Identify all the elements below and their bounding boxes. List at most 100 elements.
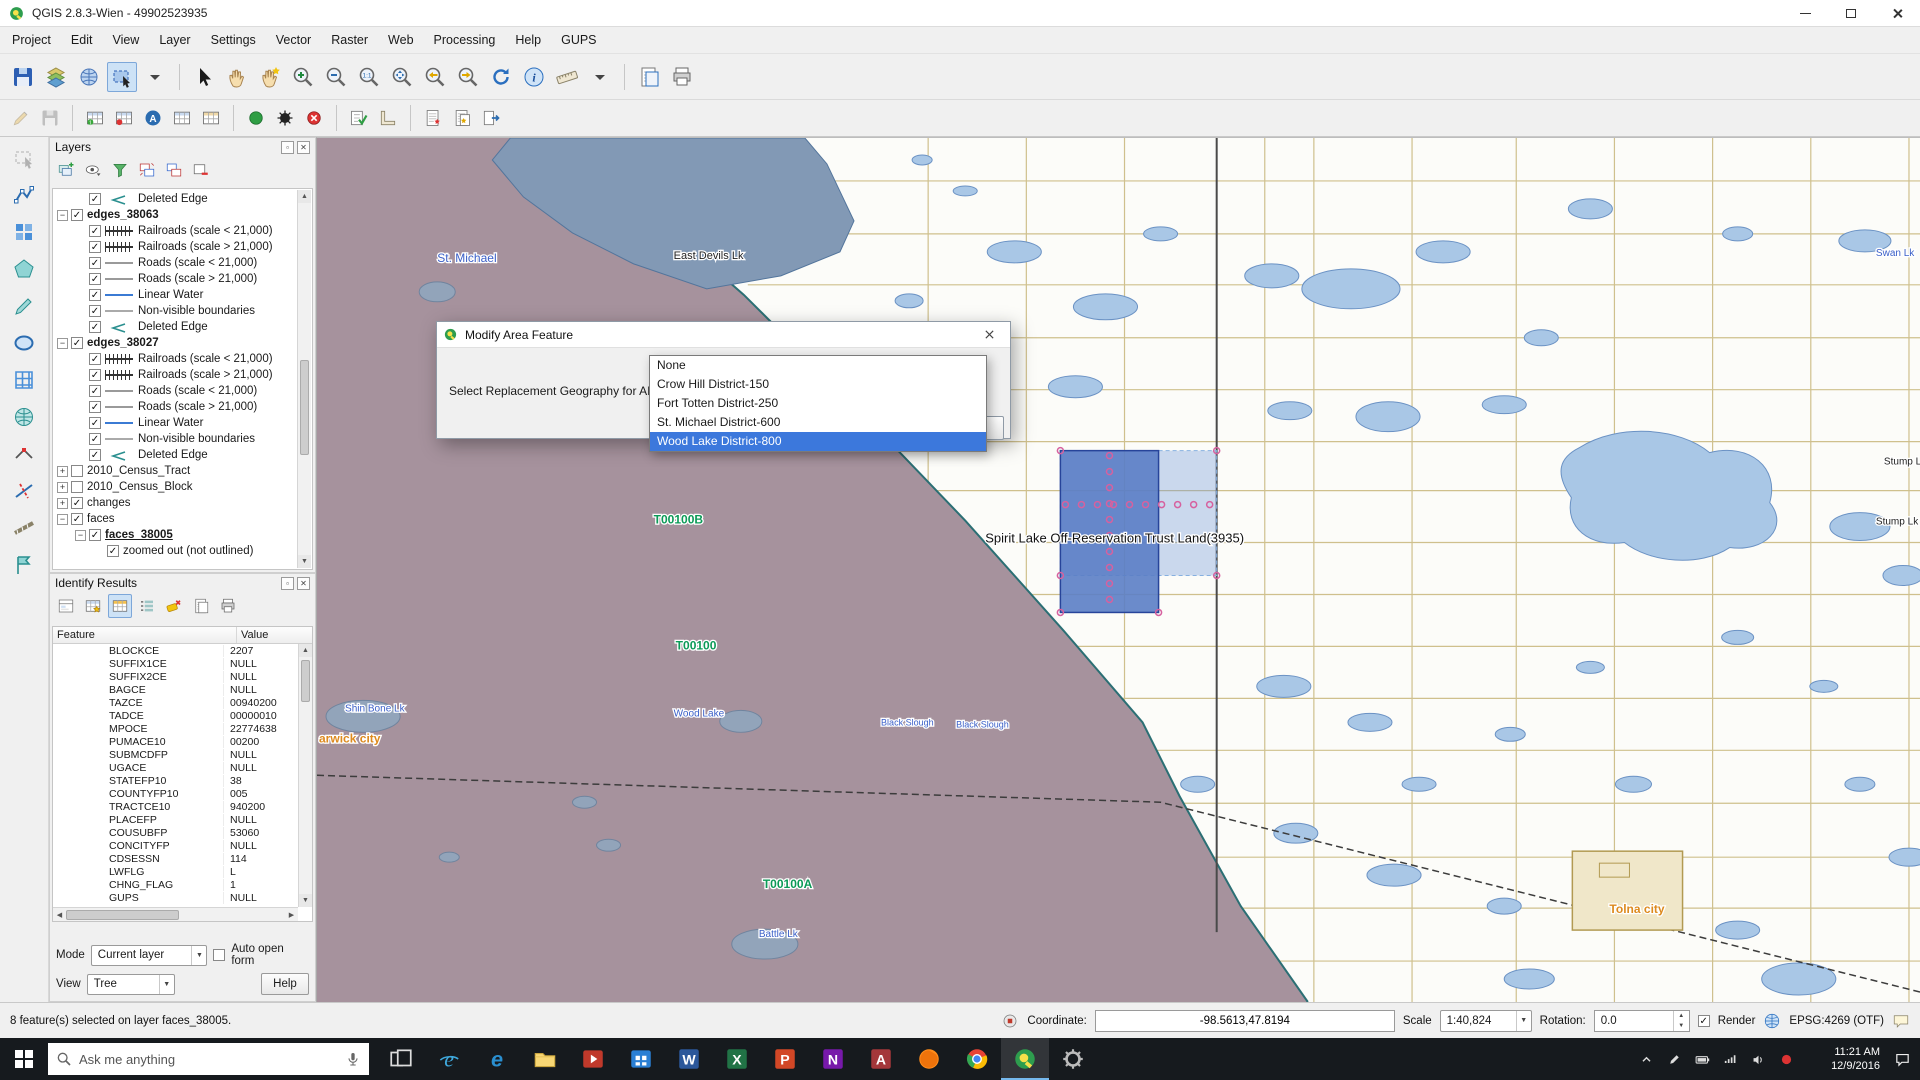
dropdown-option[interactable]: St. Michael District-600 (650, 413, 986, 432)
dialog-titlebar[interactable]: Modify Area Feature (437, 322, 1010, 348)
identify-row[interactable]: UGACENULL (53, 761, 298, 774)
layer-item[interactable]: ✓Deleted Edge (55, 319, 296, 335)
close-panel-icon[interactable]: ✕ (297, 577, 310, 590)
onenote-icon[interactable]: N (809, 1038, 857, 1080)
layer-item[interactable]: −✓faces_38005 (55, 527, 296, 543)
mode-combo[interactable]: Current layer ▼ (91, 945, 208, 966)
pan-hand-icon[interactable] (222, 62, 252, 92)
help-button[interactable]: Help (261, 973, 309, 995)
layer-item[interactable]: ✓Linear Water (55, 415, 296, 431)
edge-icon[interactable]: e (473, 1038, 521, 1080)
layer-item[interactable]: +2010_Census_Tract (55, 463, 296, 479)
qgis-icon[interactable] (1001, 1038, 1049, 1080)
firefox-icon[interactable] (905, 1038, 953, 1080)
close-button[interactable] (1874, 0, 1920, 27)
four-squares-icon[interactable] (9, 217, 39, 247)
save-edits-icon[interactable] (37, 105, 63, 131)
angle-ruler-icon[interactable] (375, 105, 401, 131)
refresh-icon[interactable] (486, 62, 516, 92)
layer-checkbox[interactable]: ✓ (89, 273, 101, 285)
select-icon[interactable] (9, 143, 39, 173)
layer-checkbox[interactable]: ✓ (89, 529, 101, 541)
ellipse-blue-icon[interactable] (9, 328, 39, 358)
collapse-tables-icon[interactable] (162, 158, 186, 182)
layer-checkbox[interactable]: ✓ (89, 353, 101, 365)
layer-item[interactable]: −✓edges_38027 (55, 335, 296, 351)
layer-checkbox[interactable]: ✓ (71, 497, 83, 509)
add-group-icon[interactable] (54, 158, 78, 182)
layer-item[interactable]: −✓faces (55, 511, 296, 527)
collapse-icon[interactable]: − (57, 514, 68, 525)
layer-checkbox[interactable]: ✓ (89, 289, 101, 301)
pan-globe-icon[interactable] (74, 62, 104, 92)
form-view-icon[interactable] (54, 594, 78, 618)
access-icon[interactable]: A (857, 1038, 905, 1080)
start-button[interactable] (0, 1038, 48, 1080)
layer-checkbox[interactable]: ✓ (89, 433, 101, 445)
powerpoint-icon[interactable]: P (761, 1038, 809, 1080)
task-view-icon[interactable] (377, 1038, 425, 1080)
layer-item[interactable]: ✓Non-visible boundaries (55, 431, 296, 447)
crs-globe-icon[interactable] (1763, 1012, 1781, 1030)
maximize-button[interactable] (1828, 0, 1874, 27)
menu-settings[interactable]: Settings (211, 33, 256, 47)
layer-checkbox[interactable]: ✓ (89, 257, 101, 269)
coordinate-input[interactable] (1095, 1010, 1395, 1032)
layer-checkbox[interactable]: ✓ (89, 225, 101, 237)
identify-row[interactable]: BAGCENULL (53, 683, 298, 696)
collapse-icon[interactable]: − (57, 338, 68, 349)
form-open-icon[interactable] (478, 105, 504, 131)
identify-row[interactable]: PLACEFPNULL (53, 813, 298, 826)
identify-row[interactable]: TRACTCE10940200 (53, 800, 298, 813)
identify-row[interactable]: CDSESSN114 (53, 852, 298, 865)
tree-list-icon[interactable] (135, 594, 159, 618)
line-nodes-icon[interactable] (9, 180, 39, 210)
dropdown-option[interactable]: Wood Lake District-800 (650, 432, 986, 451)
layer-item[interactable]: ✓Railroads (scale < 21,000) (55, 351, 296, 367)
dialog-close-icon[interactable] (974, 323, 1004, 347)
layer-item[interactable]: +✓changes (55, 495, 296, 511)
new-print-icon[interactable] (667, 62, 697, 92)
doc-red-icon[interactable] (420, 105, 446, 131)
doc-dup-icon[interactable] (449, 105, 475, 131)
label-blue-icon[interactable]: A (140, 105, 166, 131)
layer-checkbox[interactable] (71, 481, 83, 493)
menu-layer[interactable]: Layer (159, 33, 190, 47)
check-form-icon[interactable] (346, 105, 372, 131)
layer-checkbox[interactable]: ✓ (89, 305, 101, 317)
layer-checkbox[interactable]: ✓ (71, 337, 83, 349)
polygon-teal-icon[interactable] (9, 254, 39, 284)
layer-checkbox[interactable]: ✓ (89, 241, 101, 253)
print-results-icon[interactable] (216, 594, 240, 618)
identify-row[interactable]: SUFFIX2CENULL (53, 670, 298, 683)
tool-icon[interactable] (1049, 1038, 1097, 1080)
word-icon[interactable]: W (665, 1038, 713, 1080)
expand-tables-icon[interactable] (135, 158, 159, 182)
network-icon[interactable] (1718, 1047, 1742, 1071)
collapse-icon[interactable]: − (75, 530, 86, 541)
menu-gups[interactable]: GUPS (561, 33, 596, 47)
identify-vscrollbar[interactable]: ▲▼ (298, 644, 312, 907)
layer-table-icon[interactable] (198, 105, 224, 131)
menu-project[interactable]: Project (12, 33, 51, 47)
layer-item[interactable]: ✓Linear Water (55, 287, 296, 303)
menu-view[interactable]: View (112, 33, 139, 47)
zoom-last-icon[interactable] (420, 62, 450, 92)
layer-item[interactable]: ✓zoomed out (not outlined) (55, 543, 296, 559)
menu-raster[interactable]: Raster (331, 33, 368, 47)
layer-checkbox[interactable]: ✓ (89, 449, 101, 461)
measure-line-icon[interactable] (9, 513, 39, 543)
layer-checkbox[interactable]: ✓ (89, 417, 101, 429)
node-edit-icon[interactable] (9, 439, 39, 469)
layer-item[interactable]: ✓Railroads (scale > 21,000) (55, 239, 296, 255)
close-panel-icon[interactable]: ✕ (297, 141, 310, 154)
node-red-icon[interactable] (111, 105, 137, 131)
layer-item[interactable]: ✓Roads (scale < 21,000) (55, 255, 296, 271)
remove-layer-icon[interactable] (189, 158, 213, 182)
select-rect-icon[interactable] (107, 62, 137, 92)
layer-checkbox[interactable]: ✓ (107, 545, 119, 557)
zoom-out-icon[interactable] (321, 62, 351, 92)
layer-item[interactable]: ✓Deleted Edge (55, 191, 296, 207)
menu-help[interactable]: Help (515, 33, 541, 47)
menu-vector[interactable]: Vector (276, 33, 311, 47)
